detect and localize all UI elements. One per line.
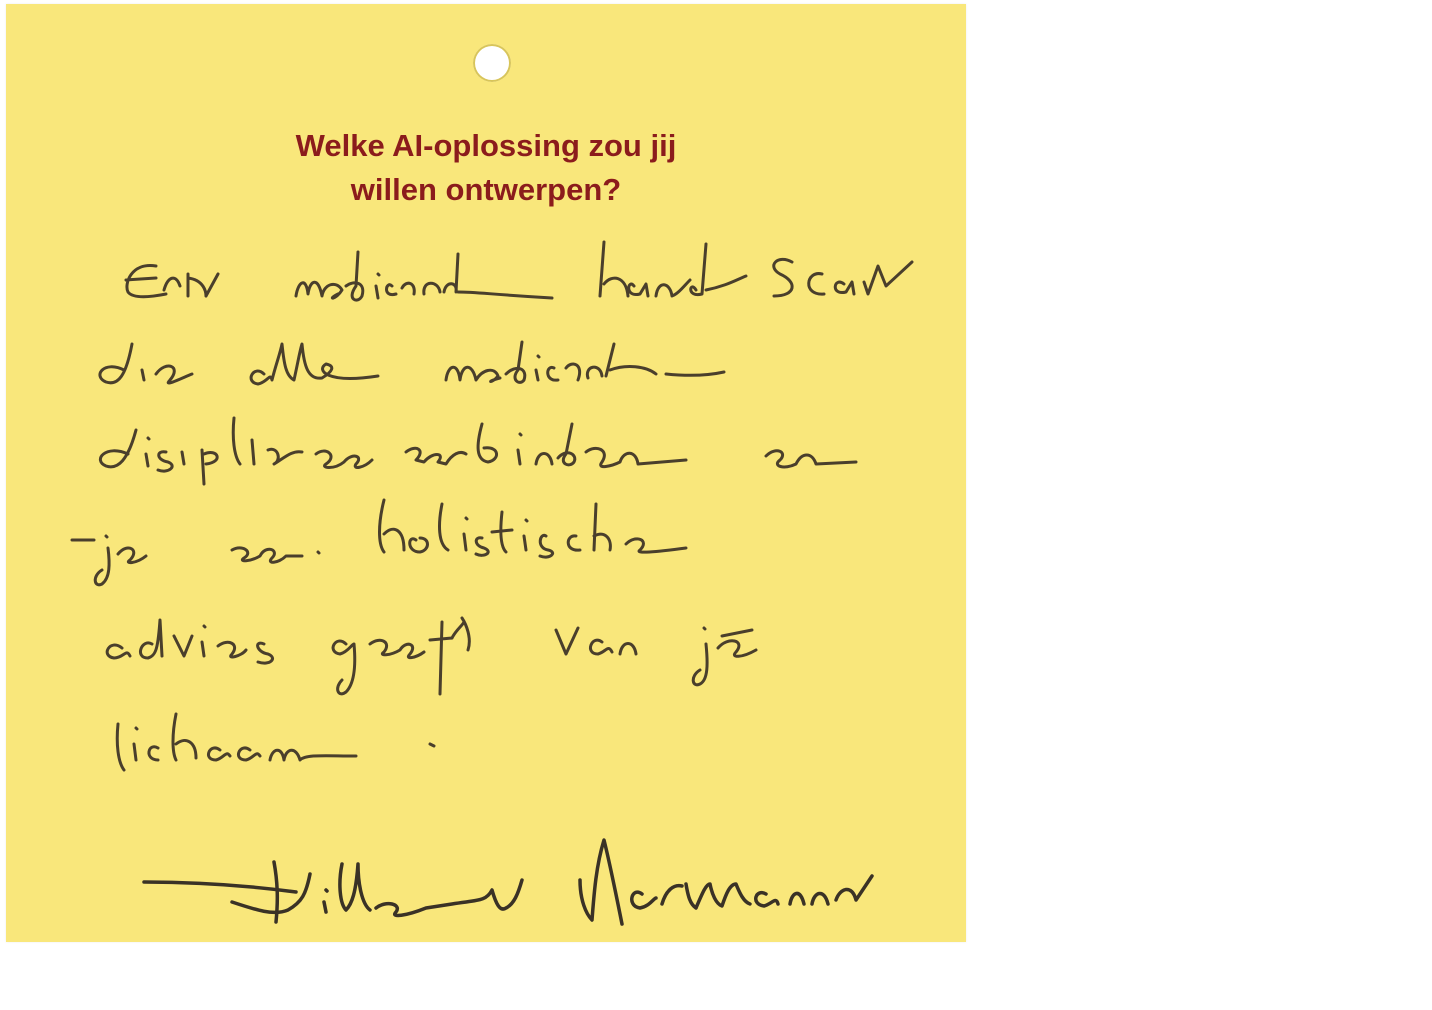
note-card: Welke AI-oplossing zou jij willen ontwer…	[6, 4, 966, 942]
signature: Hilla Neumann	[142, 838, 874, 926]
